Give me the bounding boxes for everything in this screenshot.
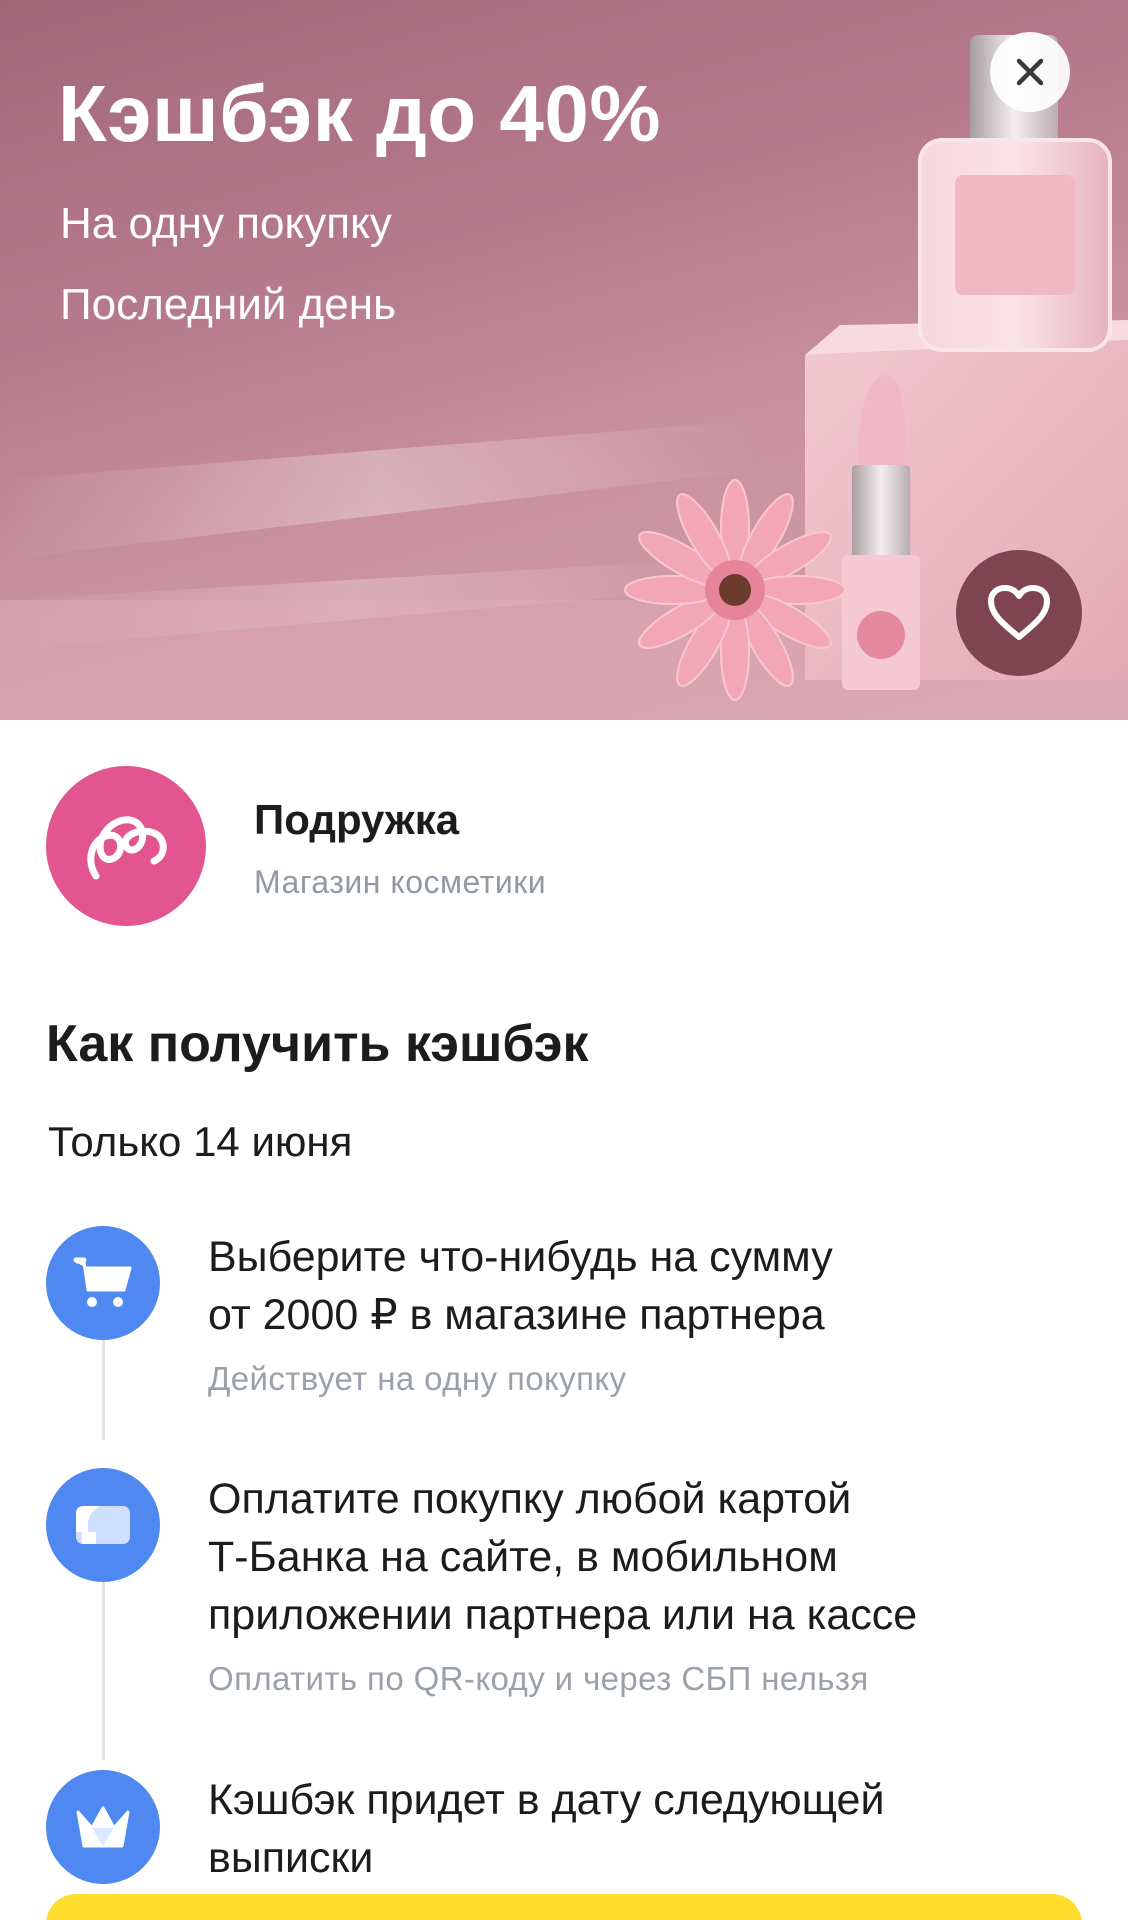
cart-icon <box>73 1257 132 1307</box>
step-1-badge <box>46 1226 160 1340</box>
section-title: Как получить кэшбэк <box>46 1015 589 1073</box>
heart-icon <box>988 585 1050 640</box>
partner-category: Магазин косметики <box>254 864 547 900</box>
step-2-line-3: приложении партнера или на кассе <box>208 1591 918 1639</box>
close-icon <box>1016 58 1044 86</box>
step-2-text: Оплатите покупку любой картой Т-Банка на… <box>208 1470 1088 1644</box>
step-3-line-2: выписки <box>208 1834 374 1882</box>
promo-banner: Кэшбэк до 40% На одну покупку Последний … <box>0 0 1128 720</box>
promo-subtitle-deadline: Последний день <box>60 280 396 329</box>
steps-connector <box>102 1580 105 1760</box>
promo-date: Только 14 июня <box>48 1118 353 1165</box>
step-2-line-2: Т-Банка на сайте, в мобильном <box>208 1533 838 1581</box>
partner-name: Подружка <box>254 796 460 843</box>
steps-connector <box>102 1340 105 1440</box>
step-2-line-1: Оплатите покупку любой картой <box>208 1475 852 1523</box>
crown-icon <box>76 1806 130 1848</box>
card-icon <box>76 1506 130 1544</box>
step-2-badge <box>46 1468 160 1582</box>
close-button[interactable] <box>990 32 1070 112</box>
step-2-note: Оплатить по QR-коду и через СБП нельзя <box>208 1660 869 1697</box>
promo-title: Кэшбэк до 40% <box>58 69 661 158</box>
step-1-line-2: от 2000 ₽ в магазине партнера <box>208 1291 825 1339</box>
step-3-line-1: Кэшбэк придет в дату следующей <box>208 1776 885 1824</box>
ribbon-logo-icon <box>87 816 167 880</box>
step-1-line-1: Выберите что-нибудь на сумму <box>208 1233 833 1281</box>
step-1-text: Выберите что-нибудь на сумму от 2000 ₽ в… <box>208 1228 1088 1344</box>
step-3-badge <box>46 1770 160 1884</box>
partner-logo <box>46 766 206 926</box>
step-3-text: Кэшбэк придет в дату следующей выписки <box>208 1771 1088 1887</box>
promo-subtitle-purchase: На одну покупку <box>60 199 392 248</box>
primary-action-button[interactable] <box>46 1894 1082 1920</box>
step-1-note: Действует на одну покупку <box>208 1360 627 1397</box>
favorite-button[interactable] <box>956 550 1082 676</box>
